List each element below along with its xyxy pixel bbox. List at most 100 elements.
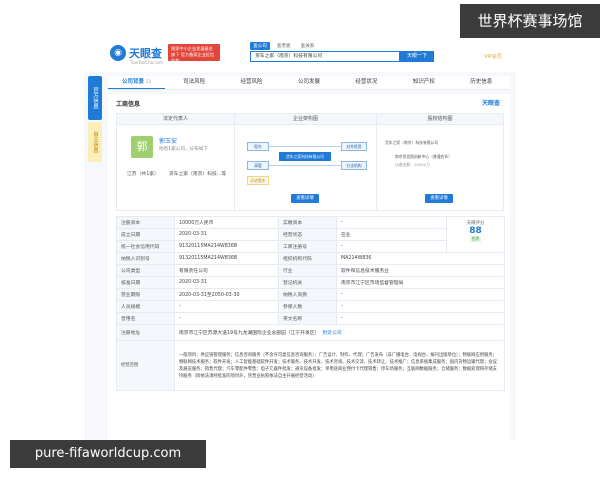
- address-value: 南京市江宁区苏源大道19号九龙湖国际企业总部园（江宁开发区）: [179, 331, 320, 336]
- search-tab-boss[interactable]: 查老板: [274, 42, 294, 50]
- eye-logo-icon: ◉: [110, 45, 126, 61]
- field-value: 91320115MA214W836B: [174, 252, 279, 265]
- brand-mark: 天眼查: [481, 100, 500, 107]
- tab-label: 公司发展: [297, 79, 320, 85]
- field-value: -: [174, 300, 279, 313]
- vip-link[interactable]: VIP会员: [484, 53, 502, 60]
- field-label: 英文名称: [278, 312, 337, 325]
- watermark-bottom: pure-fifaworldcup.com: [10, 440, 206, 468]
- table-row: 统一社会信用代码 91320115MA214W836B 工商注册号 -: [116, 240, 505, 253]
- panel-title: 工商信息: [116, 101, 141, 108]
- table-row: 人员规模 - 参保人数 -: [116, 300, 505, 313]
- structure-shareholder[interactable]: 股东: [247, 142, 269, 151]
- tab-operating-risk[interactable]: 经营风险: [223, 76, 280, 89]
- equity-amount: 认缴金额：10000万: [395, 162, 430, 167]
- column-head: 企业架构图: [235, 114, 376, 125]
- search-tab-company[interactable]: 查公司: [250, 42, 270, 50]
- tab-company-background[interactable]: 公司背景 21: [108, 76, 166, 89]
- table-row: 核准日期 2020-03-31 登记机关 南京市江宁区市场监督管理局: [116, 276, 505, 289]
- table-row: 曾用名 - 英文名称 -: [116, 312, 505, 325]
- field-label: 工商注册号: [278, 240, 337, 253]
- field-label: 行业: [278, 264, 337, 277]
- tab-label: 知识产权: [412, 79, 435, 85]
- field-value: -: [336, 240, 447, 253]
- structure-executive[interactable]: 高管: [247, 161, 269, 170]
- business-info-panel: 工商信息 天眼查 法定代表人 郭 郭玉安 他有1家公司，分布如下 江苏（共1家）…: [108, 94, 510, 440]
- field-label: 注册资本: [116, 216, 175, 229]
- field-label: 参保人数: [278, 300, 337, 313]
- table-row: 注册资本 10000万人民币 实缴资本 - 天眼评分 88 优秀: [116, 216, 505, 253]
- field-label: 纳税人资质: [278, 288, 337, 301]
- promo-badge[interactable]: 国家中小企业发展基金旗下 官方备案企业征信机构: [168, 44, 220, 63]
- summary-suffix: 家公司，分布如下: [171, 147, 208, 152]
- field-value: 10000万人民币: [174, 216, 279, 229]
- field-label: 登记机关: [278, 276, 337, 289]
- top-bar: ◉ 天眼查 TianYanCha.com 国家中小企业发展基金旗下 官方备案企业…: [84, 36, 516, 72]
- nearby-companies-link[interactable]: 附近公司: [322, 331, 341, 336]
- main-nav: 公司背景 21 司法风险 经营风险 公司发展 经营状况 知识产权 历史信息: [108, 76, 510, 90]
- field-value: 有限责任公司: [174, 264, 279, 277]
- field-value: 软件和信息技术服务业: [336, 264, 505, 277]
- structure-column: 企业架构图 股东 高管 货车之家科技有限公司 对外投资 分支机构 历史股东 查看…: [235, 114, 377, 210]
- structure-history-shareholder[interactable]: 历史股东: [247, 176, 269, 185]
- field-label: 统一社会信用代码: [116, 240, 175, 253]
- location-province: 江苏（共1家）: [127, 172, 159, 177]
- field-value: -: [336, 300, 505, 313]
- equity-detail-button[interactable]: 查看详情: [425, 194, 453, 203]
- structure-detail-button[interactable]: 查看详情: [291, 194, 319, 203]
- field-value: -: [336, 312, 505, 325]
- address-cell: 南京市江宁区苏源大道19号九龙湖国际企业总部园（江宁开发区） 附近公司: [174, 324, 505, 341]
- field-value: MA214W836: [336, 252, 505, 265]
- search-button[interactable]: 天眼一下: [400, 51, 434, 62]
- field-label: 核准日期: [116, 276, 175, 289]
- field-label: 人员规模: [116, 300, 175, 313]
- side-tabs: 官方信息 自主信息: [88, 76, 102, 162]
- business-scope: 一般项目：供应链管理服务；信息咨询服务（不含许可类信息咨询服务）；广告设计、制作…: [174, 340, 505, 391]
- column-head: 股权结构图: [377, 114, 503, 125]
- equity-holder[interactable]: 南京恒信翔创新中心（普通合伙）: [395, 154, 452, 160]
- field-label: 组织机构代码: [278, 252, 337, 265]
- tab-judicial-risk[interactable]: 司法风险: [165, 76, 222, 89]
- connector-line: [269, 165, 343, 166]
- field-value: 南京市江宁区市场监督管理局: [336, 276, 505, 289]
- logo-text: 天眼查: [129, 46, 162, 60]
- field-label: 成立日期: [116, 228, 175, 241]
- legal-rep-column: 法定代表人 郭 郭玉安 他有1家公司，分布如下 江苏（共1家） 货车之家（南京）…: [117, 114, 235, 210]
- tab-operating-status[interactable]: 经营状况: [338, 76, 395, 89]
- logo[interactable]: ◉ 天眼查: [110, 45, 162, 61]
- legal-rep-summary: 他有1家公司，分布如下: [159, 146, 208, 152]
- structure-branch[interactable]: 分支机构: [341, 161, 367, 170]
- score-tag: 优秀: [469, 236, 482, 242]
- field-value: 2020-03-31至2050-03-30: [174, 288, 279, 301]
- field-value: -: [336, 216, 447, 229]
- summary-columns: 法定代表人 郭 郭玉安 他有1家公司，分布如下 江苏（共1家） 货车之家（南京）…: [116, 113, 504, 211]
- field-label: 经营范围: [116, 340, 175, 391]
- field-label: 纳税人识别号: [116, 252, 175, 265]
- logo-sub: TianYanCha.com: [130, 60, 163, 65]
- score-cell[interactable]: 天眼评分 88 优秀: [446, 216, 505, 253]
- table-row: 成立日期 2020-03-31 经营状态 在业: [116, 228, 505, 241]
- tab-company-development[interactable]: 公司发展: [280, 76, 337, 89]
- side-tab-self[interactable]: 自主信息: [88, 122, 102, 162]
- structure-center-company[interactable]: 货车之家科技有限公司: [279, 152, 331, 161]
- search-tab-relation[interactable]: 查关系: [298, 42, 318, 50]
- field-label: 注册地址: [116, 324, 175, 341]
- legal-rep-name[interactable]: 郭玉安: [159, 136, 177, 145]
- tab-label: 司法风险: [183, 79, 206, 85]
- tab-history[interactable]: 历史信息: [453, 76, 510, 89]
- field-value: -: [336, 288, 505, 301]
- page-frame: ◉ 天眼查 TianYanCha.com 国家中小企业发展基金旗下 官方备案企业…: [0, 0, 600, 480]
- search-input[interactable]: 货车之家（南京）科技有限公司: [250, 51, 400, 62]
- connector-line: [269, 146, 343, 147]
- business-info-table: 注册资本 10000万人民币 实缴资本 - 天眼评分 88 优秀 成立日期 20…: [116, 216, 505, 391]
- table-row: 纳税人识别号 91320115MA214W836B 组织机构代码 MA214W8…: [116, 252, 505, 265]
- field-value: 2020-03-31: [174, 228, 279, 241]
- side-tab-official[interactable]: 官方信息: [88, 76, 102, 120]
- equity-company[interactable]: 货车之家（南京）科技有限公司: [385, 140, 438, 146]
- structure-investment[interactable]: 对外投资: [341, 142, 367, 151]
- tab-intellectual-property[interactable]: 知识产权: [395, 76, 452, 89]
- tab-count: 21: [145, 80, 152, 85]
- location-row: 江苏（共1家） 货车之家（南京）科技...等: [127, 170, 226, 177]
- location-company[interactable]: 货车之家（南京）科技...等: [169, 170, 226, 177]
- field-label: 公司类型: [116, 264, 175, 277]
